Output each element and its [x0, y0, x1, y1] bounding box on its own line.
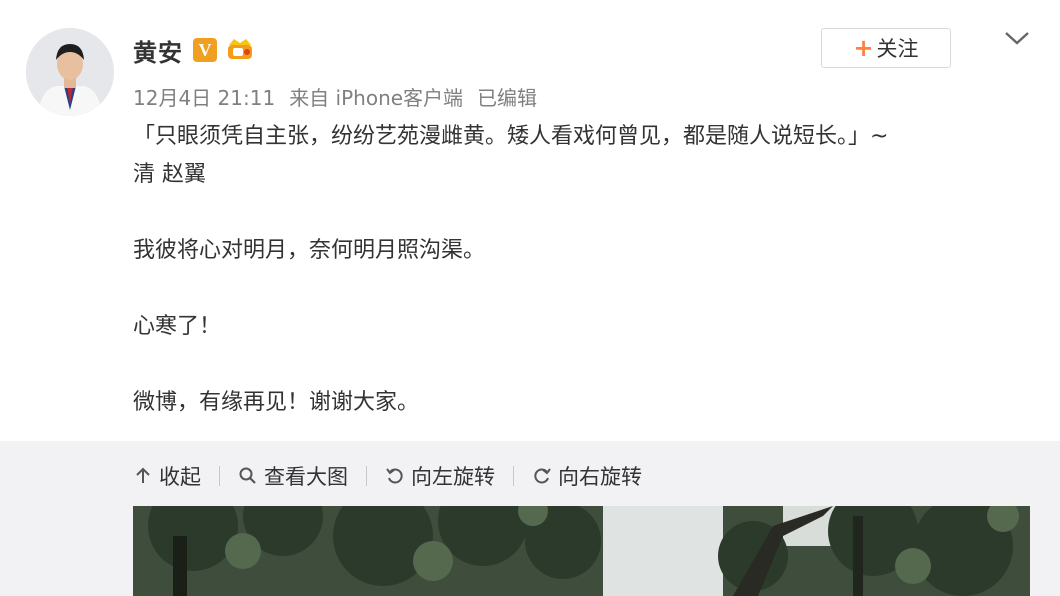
collapse-button[interactable]: 收起 — [133, 461, 201, 491]
tree-photo-image — [133, 506, 1030, 596]
post-text-line: 微博，有缘再见！谢谢大家。 — [133, 390, 420, 415]
chevron-down-icon[interactable] — [1004, 30, 1030, 46]
user-avatar-image — [26, 28, 114, 116]
vip-level-icon[interactable] — [225, 37, 255, 63]
verified-badge-icon[interactable]: V — [193, 38, 217, 62]
view-large-button[interactable]: 查看大图 — [238, 461, 348, 491]
rotate-left-label: 向左旋转 — [411, 465, 495, 489]
username-row: 黄安 V — [133, 30, 255, 70]
rotate-right-icon — [534, 468, 551, 484]
toolbar-divider — [219, 466, 220, 486]
rotate-right-button[interactable]: 向右旋转 — [532, 461, 642, 491]
post-content: 「只眼须凭自主张，纷纷艺苑漫雌黄。矮人看戏何曾见，都是随人说短长。」~ 清 赵翼… — [133, 118, 1013, 422]
search-icon — [239, 467, 256, 484]
view-large-label: 查看大图 — [264, 465, 348, 489]
post-text-line: 我彼将心对明月，奈何明月照沟渠。 — [133, 238, 486, 263]
follow-button[interactable]: + 关注 — [821, 28, 951, 68]
post-timestamp-link[interactable]: 12月4日 21:11 — [133, 82, 275, 111]
post-text-line: 清 赵翼 — [133, 162, 206, 187]
post-text-line: 「只眼须凭自主张，纷纷艺苑漫雌黄。矮人看戏何曾见，都是随人说短长。」~ — [133, 124, 889, 149]
post-photo[interactable] — [133, 506, 1030, 596]
media-toolbar: 收起 查看大图 向左旋转 向右旋转 — [133, 458, 642, 494]
post-meta: 12月4日 21:11 来自 iPhone客户端 已编辑 — [133, 82, 537, 111]
rotate-right-label: 向右旋转 — [558, 465, 642, 489]
post-text-line: 心寒了！ — [133, 314, 222, 339]
rotate-left-icon — [386, 468, 403, 484]
plus-icon: + — [853, 34, 874, 62]
rotate-left-button[interactable]: 向左旋转 — [385, 461, 495, 491]
collapse-icon — [136, 467, 150, 483]
avatar[interactable] — [26, 28, 114, 116]
post-source-link[interactable]: 来自 iPhone客户端 — [289, 82, 463, 111]
collapse-label: 收起 — [159, 465, 201, 489]
username-link[interactable]: 黄安 — [133, 33, 183, 68]
toolbar-divider — [366, 466, 367, 486]
edited-label[interactable]: 已编辑 — [477, 82, 537, 111]
follow-label: 关注 — [876, 37, 919, 61]
toolbar-divider — [513, 466, 514, 486]
